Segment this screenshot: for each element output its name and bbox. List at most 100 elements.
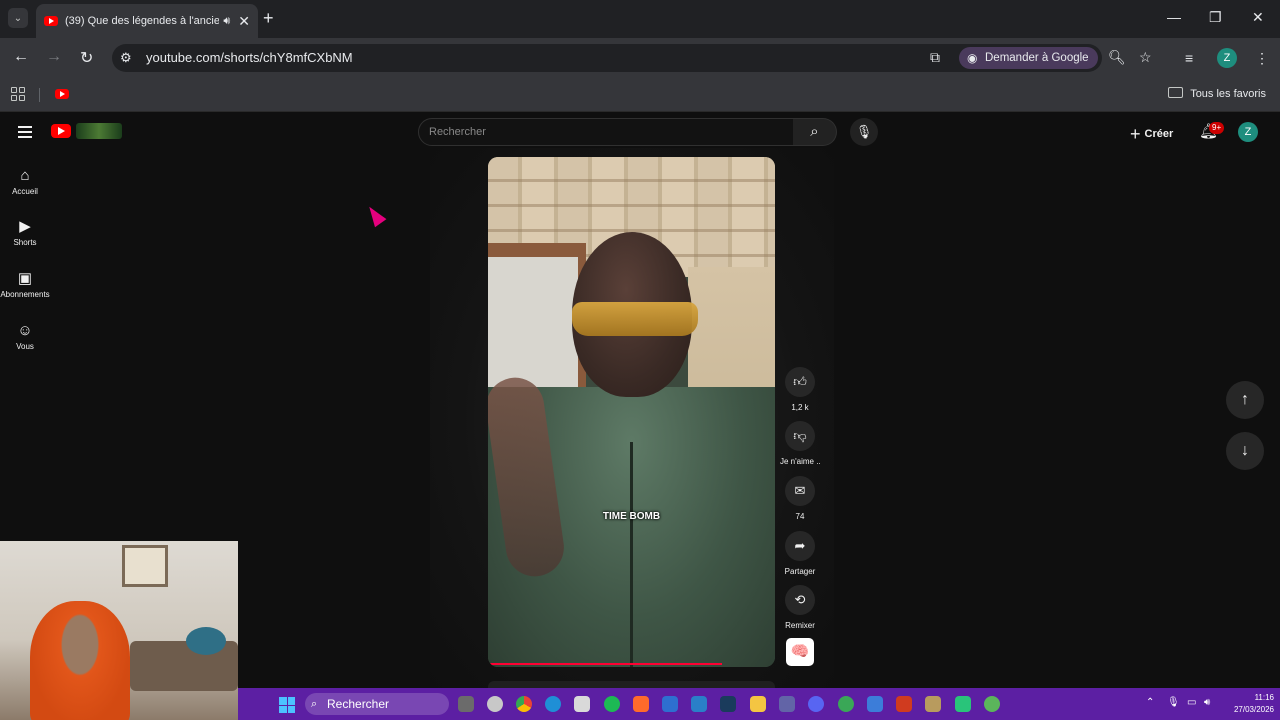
youtube-doodle-logo[interactable]: [76, 123, 122, 139]
brave-icon[interactable]: [633, 696, 649, 712]
shorts-video-player[interactable]: TIME BOMB: [488, 157, 775, 667]
tray-microphone-icon[interactable]: 🎙︎: [1167, 697, 1180, 708]
youtube-bookmark-icon[interactable]: [55, 89, 69, 99]
windows-start-icon[interactable]: [279, 697, 295, 713]
task-view-icon[interactable]: [458, 696, 474, 712]
zoom-icon[interactable]: 🔍︎: [1108, 49, 1126, 66]
new-tab-button[interactable]: +: [263, 8, 274, 29]
screen: ⌄ (39) Que des légendes à l'ancie 🔊︎ ✕ +…: [0, 0, 1280, 720]
close-window-icon[interactable]: ✕: [1252, 9, 1264, 26]
minimize-icon[interactable]: —: [1167, 9, 1181, 25]
teams-icon[interactable]: [779, 696, 795, 712]
bookmarks-bar: Tous les favoris: [0, 78, 1280, 112]
youtube-account-avatar[interactable]: Z: [1238, 122, 1258, 142]
comment-count: 74: [795, 512, 805, 521]
search-field[interactable]: Rechercher: [418, 118, 794, 146]
store-icon[interactable]: [574, 696, 590, 712]
taskbar-clock[interactable]: 11:16 27/03/2026: [1216, 692, 1274, 716]
dislike-action[interactable]: 👎︎ Je n'aime ..: [780, 421, 821, 466]
app-icon-gold[interactable]: [925, 696, 941, 712]
dislike-label: Je n'aime ..: [780, 457, 821, 466]
ask-google-button[interactable]: ◉ Demander à Google: [959, 47, 1098, 69]
comments-action[interactable]: ✉︎ 74: [780, 476, 820, 521]
remix-action[interactable]: ⟲ Remixer: [780, 585, 820, 630]
discord-icon[interactable]: [808, 696, 824, 712]
all-bookmarks-button[interactable]: Tous les favoris: [1168, 87, 1266, 100]
apps-grid-icon[interactable]: [11, 87, 25, 101]
chrome-profile-icon[interactable]: [838, 696, 854, 712]
search-input[interactable]: Rechercher: [429, 126, 486, 138]
chrome-icon[interactable]: [516, 696, 532, 712]
clock-date: 27/03/2026: [1233, 705, 1274, 714]
reading-list-icon[interactable]: ≡: [1185, 50, 1193, 66]
app-icon-dark[interactable]: [720, 696, 736, 712]
forward-icon[interactable]: →: [46, 48, 62, 66]
guide-item-home[interactable]: ⌂ Accueil: [0, 167, 50, 196]
app-icon-green[interactable]: [955, 696, 971, 712]
share-action[interactable]: ➦ Partager: [780, 531, 820, 576]
spotify-icon[interactable]: [604, 696, 620, 712]
mouse-cursor-icon: [363, 202, 387, 228]
video-progress-bar[interactable]: [490, 663, 723, 665]
reload-icon[interactable]: ↻: [80, 48, 93, 68]
profile-avatar[interactable]: Z: [1217, 48, 1237, 68]
comment-icon[interactable]: ✉︎: [785, 476, 815, 506]
speaker-icon[interactable]: 🔊︎: [223, 15, 230, 28]
create-label: Créer: [1144, 128, 1174, 140]
app-icon-red[interactable]: [896, 696, 912, 712]
tray-display-icon[interactable]: ▭: [1187, 697, 1196, 708]
file-explorer-icon[interactable]: [750, 696, 766, 712]
create-button[interactable]: + Créer: [1130, 124, 1173, 145]
lens-icon: ◉: [967, 51, 978, 65]
remix-icon[interactable]: ⟲: [785, 585, 815, 615]
arrow-down-icon: ↓: [1241, 442, 1249, 459]
browser-tab-active[interactable]: (39) Que des légendes à l'ancie 🔊︎ ✕: [36, 4, 258, 38]
webcam-pillow: [186, 627, 226, 655]
copilot-icon[interactable]: [487, 696, 503, 712]
subscriptions-icon: ▣: [17, 270, 33, 287]
search-button[interactable]: ⌕: [793, 118, 837, 146]
webcam-overlay: [0, 541, 238, 720]
like-action[interactable]: 👍︎ 1,2 k: [780, 367, 820, 412]
video-caption: TIME BOMB: [602, 511, 661, 522]
guide-item-you[interactable]: ☺︎ Vous: [0, 322, 50, 351]
tab-title: (39) Que des légendes à l'ancie: [65, 15, 220, 27]
app-icon-blue-2[interactable]: [867, 696, 883, 712]
thumbs-up-icon[interactable]: 👍︎: [785, 367, 815, 397]
site-info-icon[interactable]: ⚙︎: [120, 50, 132, 66]
chrome-profile-icon-2[interactable]: [984, 696, 1000, 712]
app-icon-blue[interactable]: [691, 696, 707, 712]
guide-item-shorts[interactable]: ▶︎ Shorts: [0, 218, 50, 247]
browser-tab-strip: ⌄ (39) Que des légendes à l'ancie 🔊︎ ✕ +…: [0, 0, 1280, 38]
menu-icon[interactable]: ⋮: [1255, 50, 1269, 67]
sound-thumbnail[interactable]: 🧠: [786, 638, 814, 666]
bookmark-star-icon[interactable]: ☆: [1139, 49, 1152, 66]
arrow-up-icon: ↑: [1241, 391, 1249, 408]
photos-icon[interactable]: [662, 696, 678, 712]
address-bar[interactable]: ⚙︎ youtube.com/shorts/chY8mfCXbNM ⧉ ◉ De…: [112, 44, 1152, 72]
youtube-logo-icon[interactable]: [51, 124, 71, 138]
install-app-icon[interactable]: ⧉: [930, 49, 940, 66]
windows-taskbar: ⌕ Rechercher ⌃ 🎙︎ ▭ 🔊︎ 11:16 27/03/2026: [238, 688, 1280, 720]
tab-search-button[interactable]: ⌄: [8, 8, 28, 28]
restore-icon[interactable]: ❐: [1209, 9, 1222, 26]
tray-overflow-icon[interactable]: ⌃: [1146, 697, 1154, 708]
back-icon[interactable]: ←: [13, 48, 29, 66]
microphone-icon: 🎙︎: [855, 124, 873, 139]
guide-menu-icon[interactable]: [18, 126, 32, 141]
url-text[interactable]: youtube.com/shorts/chY8mfCXbNM: [146, 50, 353, 65]
guide-item-subscriptions[interactable]: ▣ Abonnements: [0, 270, 50, 299]
taskbar-search[interactable]: ⌕ Rechercher: [305, 693, 449, 715]
close-tab-icon[interactable]: ✕: [238, 13, 250, 30]
all-bookmarks-label: Tous les favoris: [1190, 88, 1266, 100]
voice-search-button[interactable]: 🎙︎: [850, 118, 878, 146]
thumbs-down-icon[interactable]: 👎︎: [785, 421, 815, 451]
edge-icon[interactable]: [545, 696, 561, 712]
chevron-down-icon: ⌄: [13, 12, 23, 24]
search-icon: ⌕: [810, 123, 819, 140]
next-short-preview[interactable]: [488, 681, 775, 688]
previous-short-button[interactable]: ↑: [1226, 381, 1264, 419]
next-short-button[interactable]: ↓: [1226, 432, 1264, 470]
share-icon[interactable]: ➦: [785, 531, 815, 561]
tray-volume-icon[interactable]: 🔊︎: [1204, 697, 1210, 708]
